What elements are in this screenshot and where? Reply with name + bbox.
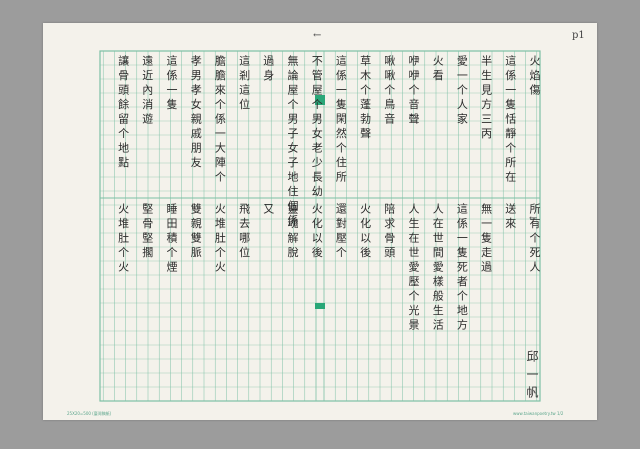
author-signature: 邱一帆 (525, 350, 539, 404)
poem-column: 咿咿个音聲 (407, 55, 420, 128)
poem-column: 過身 (261, 55, 275, 84)
poem-column: 不管屋个男女老少長幼 (310, 55, 324, 200)
manuscript-sheet: p1 ← ← 邱一帆 25X20=500 (臺灣稿紙) www.taiwanpo… (43, 23, 597, 420)
poem-column: 無一隻走過 (479, 203, 493, 276)
poem-column: 這係一隻死者个地方 (455, 203, 469, 334)
poem-column: 啾啾个鳥音 (382, 55, 396, 128)
archive-footer-label: www.taiwanpoetry.tw 1/2 (513, 411, 564, 416)
poem-column: 這剎這位 (237, 55, 251, 113)
poem-column: 讓骨頭餘留个地點 (116, 55, 130, 171)
margin-arrow-top: ← (313, 30, 322, 41)
poem-column: 遠近內消遊 (140, 55, 154, 128)
poem-column: 靈魂解脫 (286, 203, 299, 261)
poem-column: 孝男孝女親戚朋友 (189, 55, 203, 171)
poem-column: 火焰傷 (528, 55, 541, 99)
poem-column: 陪求骨頭 (382, 203, 396, 261)
poem-column: 愛一个人家 (455, 55, 469, 128)
poem-column: 火堆肚个火 (213, 203, 227, 276)
poem-column: 這係一隻 (165, 55, 178, 113)
poem-column: 飛去哪位 (237, 203, 251, 261)
gutter-marker-2 (315, 303, 325, 309)
poem-column: 人生在世愛壓个光景 (407, 203, 420, 334)
poem-column: 這係一隻閑然个住所 (334, 55, 348, 186)
poem-column: 半生見方三丙 (479, 55, 493, 142)
poem-column: 送來 (503, 203, 517, 232)
poem-column: 睡田積个煙 (165, 203, 178, 276)
poem-column: 人在世間愛樣般生活 (431, 203, 445, 334)
poem-column: 還對壓个 (334, 203, 348, 261)
poem-column: 堅骨堅擱 (140, 203, 154, 261)
poem-column: 這係一隻恬靜个所在 (503, 55, 517, 186)
poem-column: 雙親雙脈 (189, 203, 203, 261)
poem-column: 所有个死人 (528, 203, 541, 276)
poem-column: 火化以後 (310, 203, 324, 261)
poem-column: 火堆肚个火 (116, 203, 130, 276)
page-number: p1 (572, 30, 585, 41)
poem-column: 膽膽來个係一大陣个 (213, 55, 227, 186)
poem-column: 又 (261, 203, 275, 218)
poem-column: 草木个蓬勃聲 (358, 55, 372, 142)
poem-column: 火看 (431, 55, 445, 84)
paper-footer-label: 25X20=500 (臺灣稿紙) (67, 411, 112, 416)
poem-column: 火化以後 (358, 203, 372, 261)
